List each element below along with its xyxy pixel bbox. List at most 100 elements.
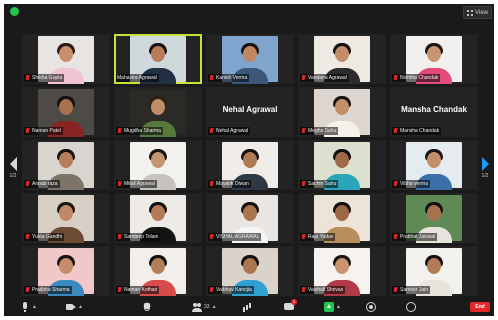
muted-mic-icon — [393, 75, 398, 81]
camera-icon — [66, 302, 76, 312]
chat-bubble-icon: 1 — [284, 299, 297, 312]
muted-mic-icon — [25, 287, 30, 293]
share-screen-icon — [324, 302, 334, 312]
participant-nameplate: Mugdha Sharma — [116, 127, 163, 135]
muted-mic-icon — [25, 75, 30, 81]
muted-mic-icon — [301, 234, 306, 240]
polls-button[interactable] — [242, 301, 252, 313]
participant-tile[interactable]: Sandeep Tolani — [114, 193, 202, 243]
participants-options-caret[interactable]: ▲ — [212, 304, 217, 310]
reactions-icon — [406, 302, 416, 312]
participant-name: Vaishali Shrivas — [308, 287, 344, 293]
end-meeting-button[interactable]: End — [470, 302, 490, 312]
participant-tile[interactable]: Anoab raza — [22, 140, 110, 190]
audio-options-caret[interactable]: ▲ — [32, 304, 37, 310]
participant-name: Vibha verma — [400, 181, 428, 187]
participants-count: 33 — [204, 304, 210, 310]
security-button[interactable] — [142, 301, 152, 313]
muted-mic-icon — [393, 181, 398, 187]
participant-nameplate: Raja Yadav — [300, 233, 336, 241]
participant-tile[interactable]: Pratibha Sharma — [22, 246, 110, 296]
mute-button[interactable]: ▲ — [20, 301, 37, 313]
video-options-caret[interactable]: ▲ — [78, 304, 83, 310]
participant-nameplate: Mitali Agrawal — [116, 180, 157, 188]
view-button[interactable]: View — [463, 6, 492, 19]
participant-tile[interactable]: Mayank Diwan — [206, 140, 294, 190]
participant-tile[interactable]: Yukta Gandhi — [22, 193, 110, 243]
chevron-right-icon — [481, 157, 489, 171]
participant-nameplate: Yukta Gandhi — [24, 233, 65, 241]
participant-tile[interactable]: Naman Kothari — [114, 246, 202, 296]
video-button[interactable]: ▲ — [66, 301, 83, 313]
participant-tile[interactable]: Nishtha Chandak — [390, 34, 478, 84]
participant-tile[interactable]: Prabhat Jaiswal — [390, 193, 478, 243]
participant-name: Nehal Agrawal — [216, 128, 249, 134]
share-screen-button[interactable]: ▲ — [324, 301, 341, 313]
participant-nameplate: Naman Kothari — [116, 286, 160, 294]
record-icon — [366, 302, 376, 312]
participant-name: Kanish Verma — [216, 75, 248, 81]
participant-name: Anoab raza — [32, 181, 58, 187]
participant-tile[interactable]: Mugdha Sharma — [114, 87, 202, 137]
participant-nameplate: VISHAL AGRAWAL — [208, 233, 262, 241]
security-shield-icon — [142, 302, 152, 312]
participant-name: Mansha Chandak — [400, 128, 440, 134]
participant-tile[interactable]: Sachin Sahu — [298, 140, 386, 190]
page-indicator-right: 1/2 — [481, 173, 489, 179]
participant-nameplate: Naman Patel — [24, 127, 63, 135]
chevron-left-icon — [9, 157, 17, 171]
chat-button[interactable]: 1 — [284, 299, 297, 313]
participant-nameplate: Shikha Gupta — [24, 74, 65, 82]
participant-name: Vaibhav Kanojia — [216, 287, 252, 293]
participant-tile[interactable]: Mahavira Agrawal — [114, 34, 202, 84]
participant-name: Vandana Agrawal — [308, 75, 347, 81]
participant-name: Sameer Jain — [400, 287, 429, 293]
muted-mic-icon — [393, 128, 398, 134]
muted-mic-icon — [117, 234, 122, 240]
participant-tile[interactable]: Nehal Agrawal Nehal Agrawal — [206, 87, 294, 137]
participant-tile[interactable]: Raja Yadav — [298, 193, 386, 243]
reactions-button[interactable] — [406, 301, 416, 313]
participant-name: Naman Kothari — [124, 287, 158, 293]
next-page-button[interactable]: 1/2 — [479, 157, 491, 183]
participant-nameplate: Nehal Agrawal — [208, 127, 251, 135]
participant-tile[interactable]: Megha Sahu — [298, 87, 386, 137]
muted-mic-icon — [209, 287, 214, 293]
participant-tile[interactable]: Vaibhav Kanojia — [206, 246, 294, 296]
participant-name: VISHAL AGRAWAL — [216, 234, 260, 240]
participant-nameplate: Sameer Jain — [392, 286, 431, 294]
previous-page-button[interactable]: 1/2 — [7, 157, 19, 183]
participant-tile[interactable]: VISHAL AGRAWAL — [206, 193, 294, 243]
participant-nameplate: Mahavira Agrawal — [116, 74, 159, 82]
record-button[interactable] — [366, 301, 376, 313]
participant-tile[interactable]: Vibha verma — [390, 140, 478, 190]
participant-name: Megha Sahu — [308, 128, 337, 134]
muted-mic-icon — [393, 287, 398, 293]
participant-nameplate: Vaishali Shrivas — [300, 286, 346, 294]
encryption-shield-icon[interactable] — [10, 7, 19, 16]
participant-name: Sandeep Tolani — [124, 234, 159, 240]
chat-badge: 1 — [291, 299, 297, 305]
muted-mic-icon — [25, 128, 30, 134]
participant-tile[interactable]: Vandana Agrawal — [298, 34, 386, 84]
muted-mic-icon — [301, 181, 306, 187]
participant-display-name: Nehal Agrawal — [222, 105, 278, 114]
participant-tile[interactable]: Mansha Chandak Mansha Chandak — [390, 87, 478, 137]
participant-tile[interactable]: Shikha Gupta — [22, 34, 110, 84]
microphone-icon — [20, 302, 30, 312]
share-options-caret[interactable]: ▲ — [336, 304, 341, 310]
muted-mic-icon — [301, 128, 306, 134]
view-button-label: View — [475, 9, 488, 16]
participant-name: Yukta Gandhi — [32, 234, 63, 240]
muted-mic-icon — [117, 128, 122, 134]
participant-tile[interactable]: Sameer Jain — [390, 246, 478, 296]
participant-tile[interactable]: Mitali Agrawal — [114, 140, 202, 190]
participant-tile[interactable]: Vaishali Shrivas — [298, 246, 386, 296]
participant-tile[interactable]: Naman Patel — [22, 87, 110, 137]
participant-name: Prabhat Jaiswal — [400, 234, 436, 240]
participants-button[interactable]: 33 ▲ — [192, 301, 217, 313]
gallery-grid: Shikha Gupta Mahavira Agrawal Kanish Verma… — [22, 34, 478, 296]
participant-tile[interactable]: Kanish Verma — [206, 34, 294, 84]
participant-nameplate: Vandana Agrawal — [300, 74, 349, 82]
muted-mic-icon — [25, 181, 30, 187]
